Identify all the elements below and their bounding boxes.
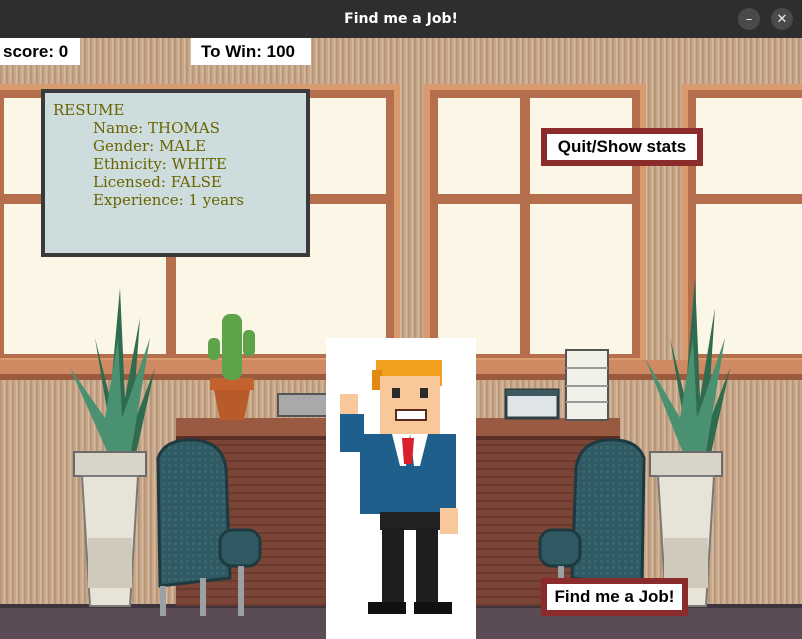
window-title: Find me a Job! <box>344 11 458 27</box>
title-bar: Find me a Job! – ✕ <box>0 0 802 38</box>
score-display: score: 0 <box>0 38 80 65</box>
find-job-label: Find me a Job! <box>547 584 682 610</box>
paper-stack-icon <box>565 349 609 421</box>
resume-ethnicity: Ethnicity: WHITE <box>93 155 227 173</box>
resume-panel: RESUME Name: THOMAS Gender: MALE Ethnici… <box>41 89 310 257</box>
mug-icon <box>504 388 560 420</box>
game-window: Find me a Job! – ✕ score: 0 To Win: 100 … <box>0 0 802 639</box>
laptop-icon <box>277 393 329 417</box>
window-right <box>682 84 802 364</box>
window-middle <box>424 84 646 364</box>
resume-lines: Name: THOMAS Gender: MALE Ethnicity: WHI… <box>93 119 244 209</box>
office-scene: score: 0 To Win: 100 RESUME Name: THOMAS… <box>0 38 802 639</box>
minimize-glyph: – <box>745 11 753 27</box>
character-icon <box>326 338 476 639</box>
to-win-display: To Win: 100 <box>191 38 311 65</box>
close-glyph: ✕ <box>776 11 788 27</box>
quit-show-stats-label: Quit/Show stats <box>547 134 697 160</box>
minimize-icon[interactable]: – <box>738 8 760 30</box>
resume-experience: Experience: 1 years <box>93 191 244 209</box>
close-icon[interactable]: ✕ <box>771 8 793 30</box>
resume-licensed: Licensed: FALSE <box>93 173 222 191</box>
resume-heading: RESUME <box>53 101 125 119</box>
resume-gender: Gender: MALE <box>93 137 207 155</box>
find-job-button[interactable]: Find me a Job! <box>541 578 688 616</box>
resume-name: Name: THOMAS <box>93 119 220 137</box>
quit-show-stats-button[interactable]: Quit/Show stats <box>541 128 703 166</box>
